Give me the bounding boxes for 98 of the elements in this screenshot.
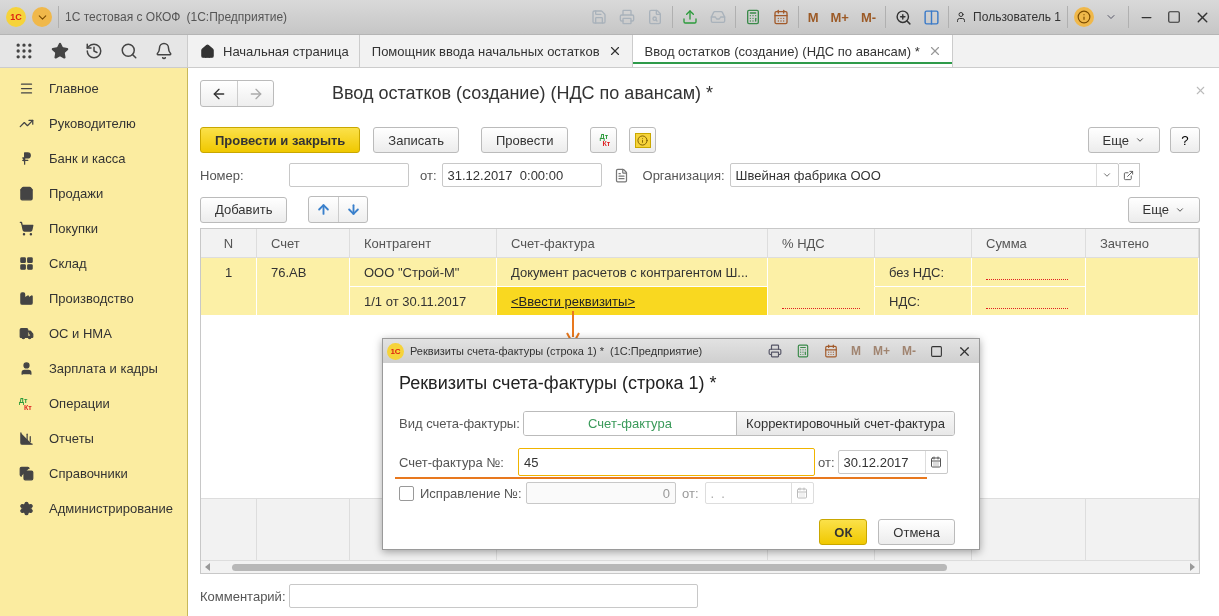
window-subtitle: (1С:Предприятие): [186, 10, 288, 24]
ok-button[interactable]: ОК: [819, 519, 868, 545]
tab-label: Начальная страница: [223, 43, 349, 59]
sidebar-item[interactable]: Справочники: [0, 456, 187, 491]
help-button[interactable]: ?: [1170, 127, 1200, 153]
truck-icon: [19, 326, 34, 341]
column-header: Счет: [257, 229, 350, 258]
tab[interactable]: Ввод остатков (создание) (НДС по авансам) *: [632, 35, 953, 67]
more-button[interactable]: Еще: [1127, 196, 1200, 223]
invoice-date-field[interactable]: 30.12.2017: [837, 450, 948, 474]
memory-button[interactable]: M: [804, 9, 822, 25]
arrow-down-icon: [345, 202, 361, 217]
app-logo: 1С: [387, 342, 404, 360]
add-button[interactable]: Добавить: [200, 196, 288, 223]
number-field[interactable]: [289, 163, 409, 187]
table-cell: 1/1 от 30.11.2017: [350, 287, 497, 316]
sidebar-item[interactable]: Производство: [0, 281, 187, 316]
cancel-button[interactable]: Отмена: [878, 519, 955, 545]
command-button[interactable]: Записать: [373, 127, 459, 153]
grid-icon: [19, 256, 34, 271]
table-cell: НДС:: [875, 287, 972, 316]
column-header: N: [201, 229, 257, 258]
factory-icon: [19, 291, 34, 306]
sidebar-item[interactable]: Отчеты: [0, 421, 187, 456]
post-close-button[interactable]: Провести и закрыть: [200, 127, 361, 153]
column-header: Счет-фактура: [497, 229, 768, 258]
window-title: 1С тестовая с ОКОФ: [65, 10, 181, 24]
sidebar-item[interactable]: Зарплата и кадры: [0, 351, 187, 386]
invoice-number-label: Счет-фактура №:: [399, 454, 505, 470]
date-label: от:: [420, 167, 437, 183]
scrollbar[interactable]: [201, 560, 1199, 573]
scroll-right-icon[interactable]: [1190, 563, 1195, 571]
settings-icon: [19, 501, 34, 516]
cart-icon: [19, 221, 34, 236]
table-cell: 76.АВ: [257, 258, 350, 316]
sidebar-item[interactable]: Главное: [0, 71, 187, 106]
home-icon: [200, 43, 215, 59]
sidebar-item[interactable]: Продажи: [0, 176, 187, 211]
history-icon[interactable]: [85, 42, 104, 60]
date-label: от:: [818, 454, 835, 470]
column-header: Зачтено: [1086, 229, 1199, 258]
dialog-subtitle: (1С:Предприятие): [610, 345, 703, 357]
sidebar-item[interactable]: ОС и НМА: [0, 316, 187, 351]
comment-icon[interactable]: [613, 167, 629, 183]
person-icon: [19, 361, 34, 376]
bell-icon[interactable]: [154, 42, 173, 60]
dialog-title: Реквизиты счета-фактуры (строка 1) *: [410, 345, 605, 357]
open-button[interactable]: [1118, 163, 1140, 187]
info-icon[interactable]: [1074, 7, 1094, 27]
table-cell: без НДС:: [875, 258, 972, 287]
tab-label: Ввод остатков (создание) (НДС по авансам) *: [644, 43, 920, 59]
column-header: % НДС: [768, 229, 875, 258]
sidebar-item[interactable]: Покупки: [0, 211, 187, 246]
invoice-number-field[interactable]: 45: [518, 448, 815, 476]
caret-icon: [1135, 135, 1145, 145]
number-label: Номер:: [200, 167, 245, 183]
ruble-icon: [19, 151, 34, 166]
more-button[interactable]: Еще: [1087, 127, 1160, 153]
organization-field[interactable]: Швейная фабрика ООО: [729, 163, 1119, 187]
menu-button[interactable]: [32, 7, 52, 27]
dialog-heading: Реквизиты счета-фактуры (строка 1) *: [399, 373, 718, 395]
table-cell: ООО "Строй-М": [350, 258, 497, 287]
search-icon[interactable]: [120, 42, 139, 60]
info-icon: [634, 132, 651, 148]
star-icon[interactable]: [50, 42, 69, 60]
table-cell: 1: [201, 258, 257, 316]
correction-checkbox[interactable]: [399, 485, 414, 501]
scrollbar-thumb[interactable]: [232, 563, 947, 571]
open-icon: [1123, 169, 1135, 181]
sidebar-item[interactable]: Склад: [0, 246, 187, 281]
table-cell: Документ расчетов с контрагентом Ш...: [497, 258, 768, 287]
sidebar-item[interactable]: Руководителю: [0, 106, 187, 141]
date-field[interactable]: 31.12.2017 0:00:00: [441, 163, 602, 187]
info-button[interactable]: [629, 127, 657, 153]
scroll-left-icon[interactable]: [205, 563, 210, 571]
app-logo: 1С: [6, 7, 26, 27]
type-option[interactable]: Корректировочный счет-фактура: [736, 412, 954, 435]
column-header: Контрагент: [350, 229, 497, 258]
sidebar-item[interactable]: Банк и касса: [0, 141, 187, 176]
person-icon: [955, 11, 968, 23]
correction-label: Исправление №:: [420, 485, 523, 501]
invoice-type-label: Вид счета-фактуры:: [399, 416, 521, 431]
sidebar-item[interactable]: Администрирование: [0, 491, 187, 526]
organization-label: Организация:: [642, 167, 725, 183]
enter-details-link[interactable]: <Ввести реквизиты>: [511, 293, 635, 309]
table-cell[interactable]: <Ввести реквизиты>: [497, 287, 768, 316]
form-title: Ввод остатков (создание) (НДС по авансам) *: [332, 83, 714, 104]
comment-label: Комментарий:: [200, 588, 287, 604]
user-button[interactable]: Пользователь 1: [973, 10, 1061, 24]
date-label: от:: [682, 485, 699, 501]
caret-icon[interactable]: [1102, 170, 1113, 180]
tab-label: Помощник ввода начальных остатков: [371, 43, 600, 59]
comment-field[interactable]: [289, 584, 698, 608]
command-button[interactable]: Провести: [480, 127, 569, 153]
column-header: Сумма: [972, 229, 1086, 258]
calendar-icon[interactable]: [930, 456, 942, 468]
list-icon: [19, 81, 34, 96]
documents-icon: [19, 466, 34, 481]
